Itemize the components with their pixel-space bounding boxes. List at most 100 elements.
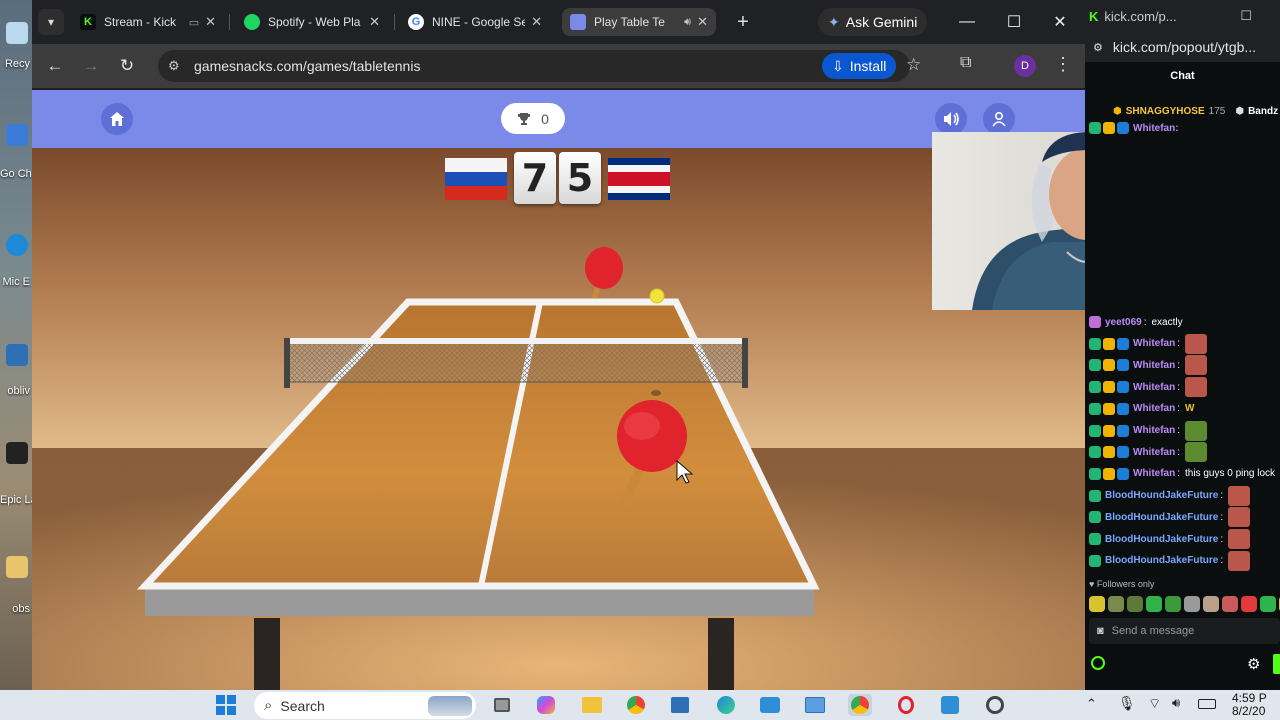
extensions-icon[interactable]: ⧉	[960, 54, 971, 72]
user-icon	[992, 111, 1006, 127]
browser-menu-icon[interactable]: ⋮	[1054, 54, 1072, 75]
game-canvas[interactable]: 0 7 5	[32, 90, 1085, 690]
clock-date: 8/2/20	[1232, 704, 1266, 718]
chat-username[interactable]: BloodHoundJakeFuture	[1105, 534, 1218, 545]
chevron-up-icon[interactable]: ⌃	[1086, 696, 1097, 712]
tab-google-search[interactable]: G NINE - Google Se ✕	[400, 8, 550, 36]
address-bar[interactable]: ⚙ gamesnacks.com/games/tabletennis	[158, 50, 910, 82]
forward-button[interactable]: →	[77, 52, 105, 80]
chrome-shortcut-icon[interactable]	[6, 124, 28, 146]
file-explorer-icon[interactable]	[580, 694, 604, 716]
chat-username[interactable]: Whitefan	[1133, 403, 1175, 414]
chat-username[interactable]: yeet069	[1105, 317, 1142, 328]
speaker-icon[interactable]: 🔊︎	[684, 16, 691, 29]
epic-games-icon[interactable]	[6, 442, 28, 464]
emote-icon[interactable]	[1127, 596, 1143, 612]
battery-icon[interactable]	[1198, 699, 1216, 709]
chat-username[interactable]: Whitefan	[1133, 338, 1175, 349]
chrome-icon[interactable]	[624, 694, 648, 716]
obs-taskbar-icon[interactable]	[983, 694, 1007, 716]
emote-icon[interactable]	[1203, 596, 1219, 612]
opera-icon[interactable]	[894, 694, 918, 716]
reload-button[interactable]: ↻	[113, 52, 141, 80]
emote-icon[interactable]	[1108, 596, 1124, 612]
table-leg	[708, 618, 734, 690]
close-tab-icon[interactable]: ✕	[205, 14, 216, 30]
paddle-highlight	[624, 412, 660, 440]
chrome-profile-icon[interactable]	[848, 694, 872, 716]
tab-spotify[interactable]: Spotify - Web Pla ✕	[236, 8, 388, 36]
chat-username[interactable]: Whitefan	[1133, 382, 1175, 393]
taskbar-clock[interactable]: 4:59 P 8/2/20	[1232, 692, 1267, 718]
home-button[interactable]	[101, 103, 133, 135]
chat-message-input[interactable]: ◙ Send a message	[1089, 618, 1280, 644]
leaderboard-user[interactable]: SHNAGGYHOSE	[1126, 106, 1205, 117]
taskbar-search[interactable]: ⌕ Search	[254, 692, 476, 719]
chat-username[interactable]: BloodHoundJakeFuture	[1105, 512, 1218, 523]
send-button[interactable]	[1273, 654, 1280, 674]
new-tab-button[interactable]: +	[730, 9, 756, 35]
leaderboard-user[interactable]: Bandz	[1248, 106, 1278, 117]
table-tennis-scene	[32, 148, 1085, 690]
tab-table-tennis[interactable]: Play Table Te 🔊︎ ✕	[562, 8, 716, 36]
volume-icon[interactable]: 🔊︎	[1172, 695, 1180, 711]
chat-username[interactable]: Whitefan:	[1133, 123, 1179, 134]
emote-icon[interactable]	[1260, 596, 1276, 612]
account-button[interactable]	[983, 103, 1015, 135]
copilot-icon[interactable]	[534, 694, 558, 716]
chat-message: BloodHoundJakeFuture:	[1089, 485, 1280, 506]
chat-username[interactable]: Whitefan	[1133, 425, 1175, 436]
task-view-icon[interactable]	[490, 694, 514, 716]
maximize-button[interactable]: ☐	[994, 8, 1034, 36]
back-button[interactable]: ←	[41, 52, 69, 80]
chat-message-text: exactly	[1151, 316, 1183, 328]
tab-search-button[interactable]: ▾	[38, 9, 64, 35]
site-info-icon[interactable]: ⚙	[1093, 41, 1103, 54]
app-window-icon[interactable]	[803, 694, 827, 716]
kick-points-icon[interactable]	[1091, 656, 1105, 670]
chat-username[interactable]: BloodHoundJakeFuture	[1105, 490, 1218, 501]
maximize-button[interactable]: ☐	[1240, 8, 1252, 24]
emote-icon[interactable]	[1165, 596, 1181, 612]
chat-username[interactable]: Whitefan	[1133, 360, 1175, 371]
heart-icon: ♥	[1089, 579, 1095, 589]
photos-icon[interactable]	[758, 694, 782, 716]
emote-icon[interactable]	[1222, 596, 1238, 612]
ball-shadow	[651, 390, 661, 396]
chat-url-bar: ⚙ kick.com/popout/ytgb...	[1085, 32, 1280, 62]
chat-username[interactable]: Whitefan	[1133, 447, 1175, 458]
edge-icon[interactable]	[714, 694, 738, 716]
profile-avatar[interactable]: D	[1014, 55, 1036, 77]
desktop-label-5: obs	[12, 603, 30, 615]
tab-kick-stream[interactable]: K Stream - Kick ▭ ✕	[72, 8, 224, 36]
paint-icon[interactable]	[938, 694, 962, 716]
chat-username[interactable]: BloodHoundJakeFuture	[1105, 555, 1218, 566]
sound-button[interactable]	[935, 103, 967, 135]
install-app-button[interactable]: ⇩ Install	[822, 53, 897, 79]
close-tab-icon[interactable]: ✕	[369, 14, 380, 30]
close-tab-icon[interactable]: ✕	[531, 14, 542, 30]
recycle-bin-icon[interactable]	[6, 22, 28, 44]
obs-icon[interactable]	[6, 556, 28, 578]
emote-icon[interactable]	[1146, 596, 1162, 612]
chat-username[interactable]: Whitefan	[1133, 468, 1175, 479]
site-info-icon[interactable]: ⚙	[168, 58, 186, 74]
minimize-button[interactable]: —	[947, 8, 987, 36]
microsoft-store-icon[interactable]	[668, 694, 692, 716]
emote-icon[interactable]	[1184, 596, 1200, 612]
emote-icon[interactable]	[1089, 596, 1105, 612]
close-tab-icon[interactable]: ✕	[697, 14, 708, 30]
app-shortcut-icon[interactable]	[6, 344, 28, 366]
edge-shortcut-icon[interactable]	[6, 234, 28, 256]
wifi-icon[interactable]: ⌔	[1148, 695, 1161, 713]
settings-gear-icon[interactable]: ⚙	[1247, 655, 1260, 673]
subscriber-badge-icon	[1089, 337, 1101, 350]
chat-url: kick.com/popout/ytgb...	[1112, 39, 1257, 55]
bookmark-star-icon[interactable]: ☆	[906, 55, 921, 75]
start-button[interactable]	[214, 694, 238, 716]
close-window-button[interactable]: ✕	[1040, 8, 1080, 36]
ask-gemini-button[interactable]: ✦ Ask Gemini	[818, 8, 928, 36]
microphone-icon[interactable]: 🎙︎	[1118, 695, 1136, 712]
emote-icon[interactable]	[1241, 596, 1257, 612]
search-highlight-image	[428, 695, 472, 716]
